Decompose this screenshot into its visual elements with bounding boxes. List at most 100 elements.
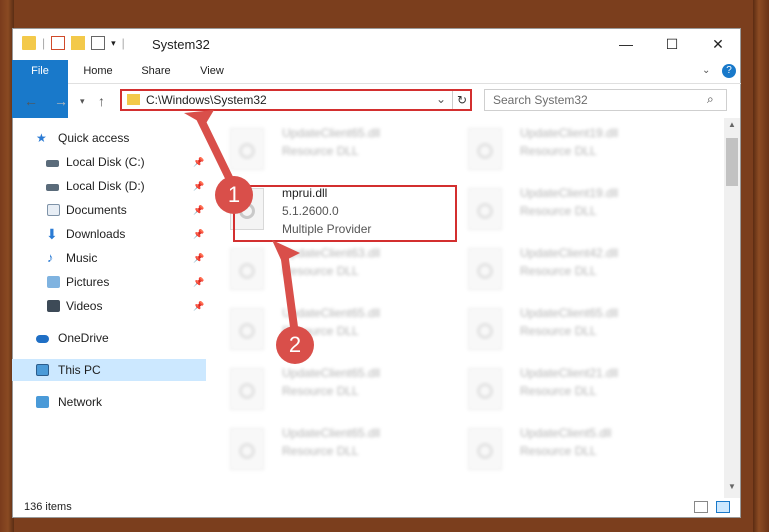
dll-file-icon [468, 428, 502, 470]
step-badge-2: 2 [276, 326, 314, 364]
address-path: C:\Windows\System32 [146, 93, 267, 107]
pictures-icon [47, 276, 60, 288]
dll-file-icon [468, 308, 502, 350]
vertical-scrollbar[interactable]: ▲ ▼ [724, 118, 740, 498]
customize-icon[interactable] [91, 36, 106, 50]
tab-view[interactable]: View [190, 60, 234, 83]
separator: | [42, 36, 46, 50]
forward-icon[interactable]: → [54, 93, 68, 109]
file-type: Resource DLL [520, 144, 597, 158]
dll-file-icon [230, 428, 264, 470]
search-input[interactable]: Search System32 ⌕ [484, 89, 727, 111]
maximize-button[interactable]: ☐ [649, 28, 695, 60]
nav-item-pictures[interactable]: Pictures 📌 [12, 271, 206, 293]
file-type: Resource DLL [520, 264, 597, 278]
nav-label: This PC [58, 363, 101, 377]
nav-item-local-disk-c[interactable]: Local Disk (C:) 📌 [12, 151, 206, 173]
caption-buttons: — ☐ ✕ [603, 28, 741, 60]
file-name: UpdateClient5.dll [520, 426, 612, 440]
nav-item-music[interactable]: ♪ Music 📌 [12, 247, 206, 269]
file-item[interactable]: UpdateClient65.dll Resource DLL [224, 422, 454, 480]
close-button[interactable]: ✕ [695, 28, 741, 60]
file-item[interactable]: UpdateClient21.dll Resource DLL [462, 362, 692, 420]
file-item[interactable]: UpdateClient65.dll Resource DLL [224, 302, 454, 360]
computer-icon [36, 364, 49, 376]
pin-icon[interactable]: 📌 [193, 271, 204, 293]
dll-file-icon [230, 308, 264, 350]
scroll-up-icon[interactable]: ▲ [728, 120, 736, 129]
file-type: Resource DLL [520, 444, 597, 458]
file-item[interactable]: UpdateClient42.dll Resource DLL [462, 242, 692, 300]
nav-label: OneDrive [58, 331, 109, 345]
file-name: UpdateClient65.dll [282, 366, 381, 380]
pin-icon[interactable]: 📌 [193, 223, 204, 245]
pin-icon[interactable]: 📌 [193, 151, 204, 173]
nav-network[interactable]: Network [12, 391, 206, 413]
title-bar: | ▾ | System32 — ☐ ✕ [12, 28, 741, 60]
tab-home[interactable]: Home [76, 60, 120, 83]
help-icon[interactable]: ? [722, 64, 736, 78]
pin-icon[interactable]: 📌 [193, 247, 204, 269]
nav-onedrive[interactable]: OneDrive [12, 327, 206, 349]
file-name: UpdateClient19.dll [520, 126, 619, 140]
details-view-icon[interactable] [694, 501, 708, 513]
nav-label: Network [58, 395, 103, 409]
address-bar[interactable]: C:\Windows\System32 ⌄ ↻ [120, 89, 472, 111]
network-icon [36, 396, 49, 408]
music-icon: ♪ [47, 250, 54, 265]
dll-file-icon [230, 128, 264, 170]
nav-quick-access[interactable]: ★ Quick access [12, 127, 206, 149]
pin-icon[interactable]: 📌 [193, 295, 204, 317]
status-bar: 136 items [12, 498, 741, 518]
file-name: UpdateClient65.dll [282, 426, 381, 440]
file-item[interactable]: UpdateClient65.dll Resource DLL [224, 122, 454, 180]
nav-label: Quick access [58, 131, 130, 145]
nav-item-local-disk-d[interactable]: Local Disk (D:) 📌 [12, 175, 206, 197]
address-row: ← → ▾ ↑ C:\Windows\System32 ⌄ ↻ Search S… [12, 84, 741, 118]
scrollbar-thumb[interactable] [726, 138, 738, 186]
quick-access-toolbar: | ▾ | [22, 36, 125, 50]
properties-icon[interactable] [51, 36, 66, 50]
chevron-down-icon[interactable]: ▾ [111, 38, 116, 49]
dll-file-icon [468, 128, 502, 170]
file-item[interactable]: UpdateClient65.dll Resource DLL [462, 302, 692, 360]
nav-label: Local Disk (D:) [66, 179, 145, 193]
file-item[interactable]: UpdateClient63.dll Resource DLL [224, 242, 454, 300]
selected-file-highlight [233, 185, 457, 242]
file-item[interactable]: UpdateClient19.dll Resource DLL [462, 182, 692, 240]
minimize-button[interactable]: — [603, 28, 649, 60]
up-icon[interactable]: ↑ [98, 93, 105, 109]
file-type: Resource DLL [520, 204, 597, 218]
item-count: 136 items [24, 501, 72, 513]
videos-icon [47, 300, 60, 312]
navigation-pane: ★ Quick access Local Disk (C:) 📌 Local D… [12, 118, 206, 498]
nav-item-documents[interactable]: Documents 📌 [12, 199, 206, 221]
tab-share[interactable]: Share [134, 60, 178, 83]
nav-label: Music [66, 251, 98, 265]
recent-locations-icon[interactable]: ▾ [80, 96, 85, 107]
search-icon[interactable]: ⌕ [707, 92, 714, 107]
file-item[interactable]: UpdateClient19.dll Resource DLL [462, 122, 692, 180]
chevron-down-icon[interactable]: ⌄ [436, 92, 446, 106]
folder-icon [127, 94, 140, 105]
back-icon[interactable]: ← [24, 93, 38, 109]
dll-file-icon [468, 188, 502, 230]
new-folder-icon[interactable] [71, 36, 86, 50]
search-placeholder: Search System32 [493, 93, 588, 107]
file-name: UpdateClient63.dll [282, 246, 381, 260]
nav-item-downloads[interactable]: ⬇ Downloads 📌 [12, 223, 206, 245]
file-type: Resource DLL [520, 324, 597, 338]
dll-file-icon [468, 368, 502, 410]
scroll-down-icon[interactable]: ▼ [728, 482, 736, 491]
pin-icon[interactable]: 📌 [193, 199, 204, 221]
file-item[interactable]: UpdateClient5.dll Resource DLL [462, 422, 692, 480]
expand-ribbon-icon[interactable]: ⌄ [702, 65, 710, 76]
file-item[interactable]: UpdateClient65.dll Resource DLL [224, 362, 454, 420]
tiles-view-icon[interactable] [716, 501, 730, 513]
star-icon: ★ [36, 131, 47, 145]
folder-icon[interactable] [22, 36, 36, 50]
nav-item-videos[interactable]: Videos 📌 [12, 295, 206, 317]
nav-this-pc[interactable]: This PC [12, 359, 206, 381]
refresh-icon[interactable]: ↻ [452, 91, 471, 109]
pin-icon[interactable]: 📌 [193, 175, 204, 197]
